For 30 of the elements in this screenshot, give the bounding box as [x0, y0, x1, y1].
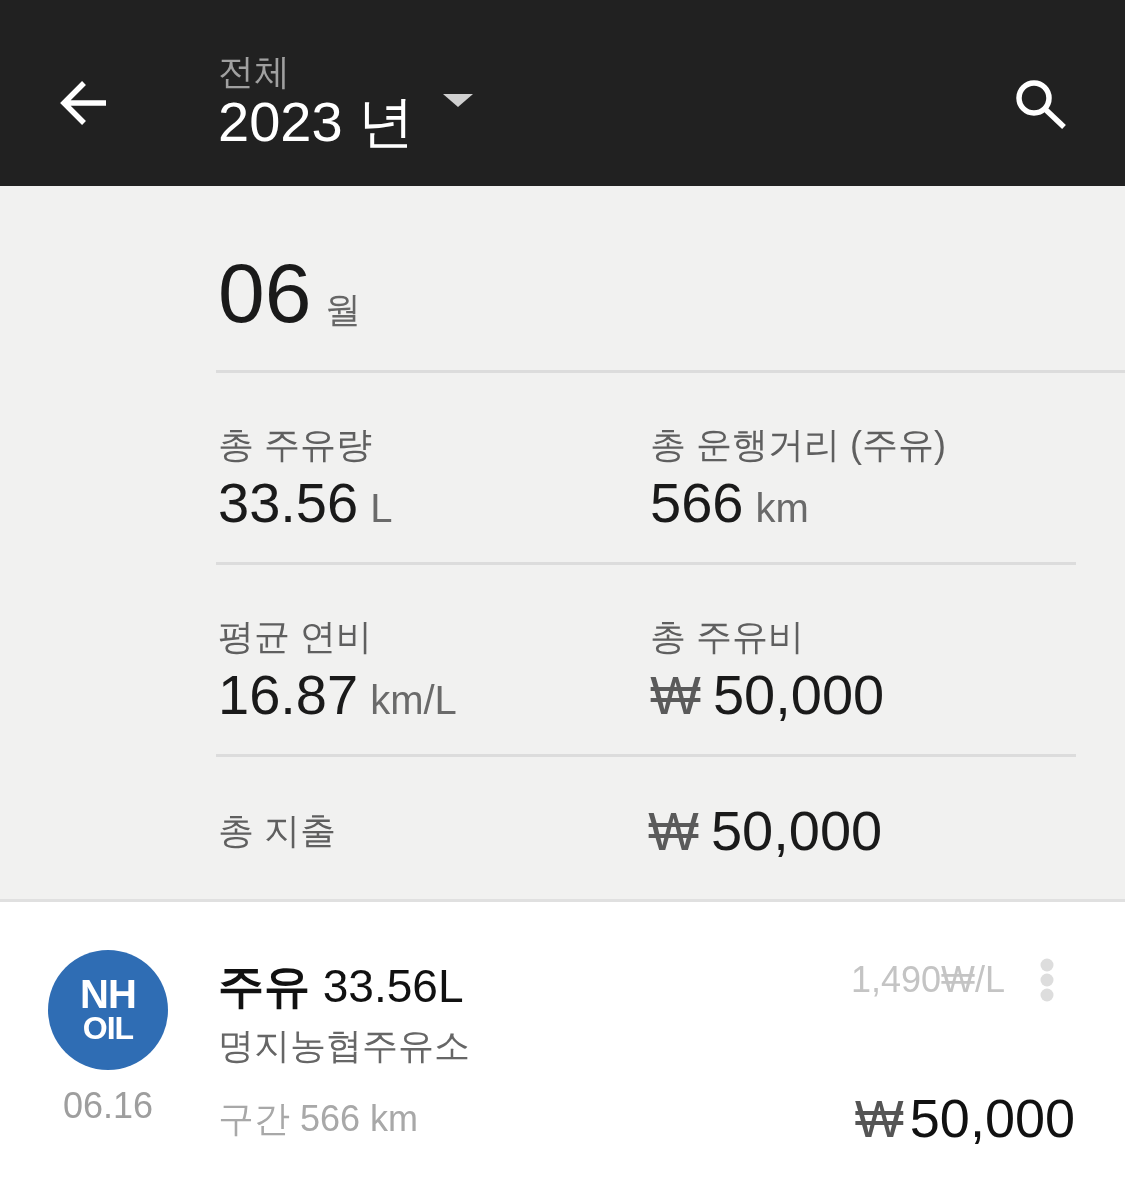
stat-value: 16.87 — [218, 665, 359, 725]
stat-label: 총 주유량 — [218, 423, 372, 467]
stat-label: 총 주유비 — [650, 615, 804, 659]
trip-distance: 구간 566 km — [218, 1097, 419, 1141]
stat-value: 50,000 — [710, 801, 883, 861]
total-label: 총 지출 — [218, 809, 336, 853]
month-number: 06 — [218, 251, 312, 335]
caret-down-icon — [443, 94, 474, 107]
stat-label: 총 운행거리 (주유) — [650, 423, 946, 467]
back-arrow-icon — [60, 80, 108, 126]
entry-title: 주유 33.56L — [218, 960, 464, 1012]
unit-label: km/L — [370, 677, 457, 724]
currency-symbol: ₩ — [854, 1089, 904, 1149]
currency-symbol: ₩ — [648, 801, 699, 861]
year-dropdown[interactable]: 전체 2023 년 — [218, 52, 474, 152]
unit-label: L — [370, 485, 393, 532]
stat-value: 50,000 — [712, 665, 885, 725]
entry-amount: 50,000 — [909, 1088, 1075, 1148]
stat-value: 33.56 — [218, 473, 359, 533]
month-unit: 월 — [325, 292, 362, 328]
station-logo: NH OIL — [48, 950, 168, 1070]
currency-symbol: ₩ — [650, 665, 701, 725]
search-icon — [1015, 79, 1067, 129]
stat-label: 평균 연비 — [218, 615, 372, 659]
stat-value: 566 — [650, 473, 744, 533]
station-name: 명지농협주유소 — [218, 1024, 470, 1068]
unit-label: km — [755, 485, 809, 532]
more-vertical-icon — [1040, 958, 1054, 1002]
entry-date: 06.16 — [62, 1086, 154, 1126]
unit-price: 1,490₩/L — [850, 958, 1005, 1002]
